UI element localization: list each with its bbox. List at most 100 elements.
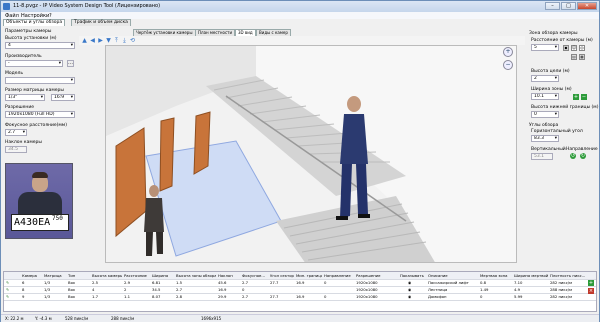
table-cell[interactable]: 1.49 [480,286,512,293]
table-cell[interactable]: 2.9 [124,279,150,286]
tilt-field[interactable]: 34.5 [5,146,27,153]
col-pixel-density[interactable]: Плотность пикс... [550,272,586,279]
vertical-angle-field[interactable]: 53.1 [531,153,553,160]
col-dead-zone[interactable]: Мертвая зона [480,272,512,279]
distance-select[interactable]: 5 [531,44,559,51]
zoom-out-icon[interactable]: − [503,60,513,70]
table-cell[interactable]: 1.1 [124,293,150,300]
col-camera-height[interactable]: Высота камеры [92,272,122,279]
table-cell[interactable]: 45.6 [218,279,240,286]
aspect-select[interactable]: 16:9 [51,94,75,101]
table-cell[interactable]: 2.8 [176,293,216,300]
table-cell[interactable]: Пассажирский лифт [428,279,478,286]
table-cell[interactable]: 4 [92,286,122,293]
col-min-bound[interactable]: Мин. граница [296,272,322,279]
camera-view-icon[interactable]: ▣ [563,45,569,51]
col-resolution[interactable]: Разрешение [356,272,398,279]
reset-view-icon[interactable]: ⟲ [129,37,136,44]
maximize-button[interactable]: □ [561,2,576,10]
col-zone-height[interactable]: Высота зоны обзора [176,272,216,279]
table-cell[interactable]: Лестница [428,286,478,293]
col-dead-width[interactable]: Ширина мертвой... [514,272,548,279]
tab-3d-view[interactable]: 3D вид [235,29,256,36]
col-show[interactable]: Показывать [400,272,426,279]
table-cell[interactable]: 1/3 [44,279,66,286]
minimize-button[interactable]: – [545,2,560,10]
table-cell[interactable]: Домофон [428,293,478,300]
table-cell[interactable]: 1/3 [44,286,66,293]
table-cell[interactable]: 0 [324,279,354,286]
table-cell[interactable]: 2.5 [92,279,122,286]
row-edit-icon[interactable]: ✎ [6,279,18,286]
zone-plus-icon[interactable]: + [573,94,579,100]
table-cell[interactable]: 1920x1080 [356,279,398,286]
table-cell[interactable]: 1/3 [44,293,66,300]
table-cell[interactable]: 288 пикс/м [550,286,586,293]
horizontal-angle-select[interactable]: 83.3 [531,135,559,142]
tab-camera-views[interactable]: Виды с камер [256,29,291,36]
table-cell[interactable]: 9 [22,293,42,300]
table-cell[interactable]: 2.7 [242,279,268,286]
zone-minus-icon[interactable]: − [581,94,587,100]
sensor-select[interactable]: 1/3" [5,94,45,101]
3d-viewport[interactable] [105,45,517,263]
manufacturer-select[interactable]: - [5,60,63,67]
table-cell[interactable]: 0.8 [480,279,512,286]
table-cell[interactable]: 4.9 [514,286,548,293]
col-type[interactable]: Тип [68,272,90,279]
table-cell[interactable]: 6 [22,279,42,286]
table-cell[interactable]: 1920x1080 [356,293,398,300]
close-button[interactable]: ✕ [577,2,597,10]
zone-view-icon[interactable]: ▤ [571,54,577,60]
table-cell[interactable]: 0 [480,293,512,300]
table-cell[interactable]: 16.9 [218,286,240,293]
table-cell[interactable]: 16.9 [296,293,322,300]
table-cell[interactable]: 27.7 [270,279,294,286]
rotate-right-icon[interactable]: ▶ [97,37,104,44]
table-cell[interactable]: 6.81 [152,279,174,286]
manufacturer-more-button[interactable]: … [67,60,74,67]
rotate-left-icon[interactable]: ◀ [89,37,96,44]
table-cell[interactable]: 1.7 [92,293,122,300]
delete-row-icon[interactable]: × [588,288,594,294]
add-row-icon[interactable]: + [588,280,594,286]
col-tilt[interactable]: Наклон [218,272,240,279]
table-cell[interactable]: 1.5 [176,279,216,286]
col-camera[interactable]: Камера [22,272,42,279]
tilt-up-icon[interactable]: ⤒ [113,37,120,44]
target-view-icon[interactable]: ◎ [579,45,585,51]
resolution-select[interactable]: 1920x1080 (Full HD) [5,111,75,118]
col-direction[interactable]: Направление [324,272,354,279]
table-cell[interactable]: Box [68,279,90,286]
col-matrix[interactable]: Матрица [44,272,66,279]
model-select[interactable] [5,77,75,84]
table-cell[interactable]: 282 пикс/м [550,279,586,286]
tab-camera-drawing[interactable]: Чертёж установки камеры [133,29,196,36]
rotate-up-icon[interactable]: ▲ [81,37,88,44]
rotate-cw-icon[interactable]: ↻ [580,153,586,159]
person-view-icon[interactable]: ☺ [571,45,577,51]
table-cell[interactable]: 29.9 [218,293,240,300]
table-cell[interactable]: 16.9 [296,279,322,286]
tab-site-plan[interactable]: План местности [195,29,236,36]
grid-view-icon[interactable]: ▦ [579,54,585,60]
table-cell[interactable]: 2.7 [176,286,216,293]
row-edit-icon[interactable]: ✎ [6,293,18,300]
table-cell[interactable]: 8.07 [152,293,174,300]
table-cell[interactable]: 282 пикс/м [550,293,586,300]
table-cell[interactable]: 8 [22,286,42,293]
target-height-select[interactable]: 2 [531,75,559,82]
lower-bound-select[interactable]: 0 [531,111,559,118]
rotate-ccw-icon[interactable]: ↺ [570,153,576,159]
rotate-down-icon[interactable]: ▼ [105,37,112,44]
table-cell[interactable]: 0 [324,293,354,300]
row-edit-icon[interactable]: ✎ [6,286,18,293]
table-cell[interactable]: 5.99 [514,293,548,300]
tab-objects[interactable]: Объекты и углы обзора [3,19,66,26]
height-select[interactable]: 4 [5,42,75,49]
table-cell[interactable]: 2 [124,286,150,293]
table-cell[interactable]: Box [68,293,90,300]
table-cell[interactable]: Box [68,286,90,293]
col-sector[interactable]: Угол сектора [270,272,294,279]
col-description[interactable]: Описание [428,272,478,279]
